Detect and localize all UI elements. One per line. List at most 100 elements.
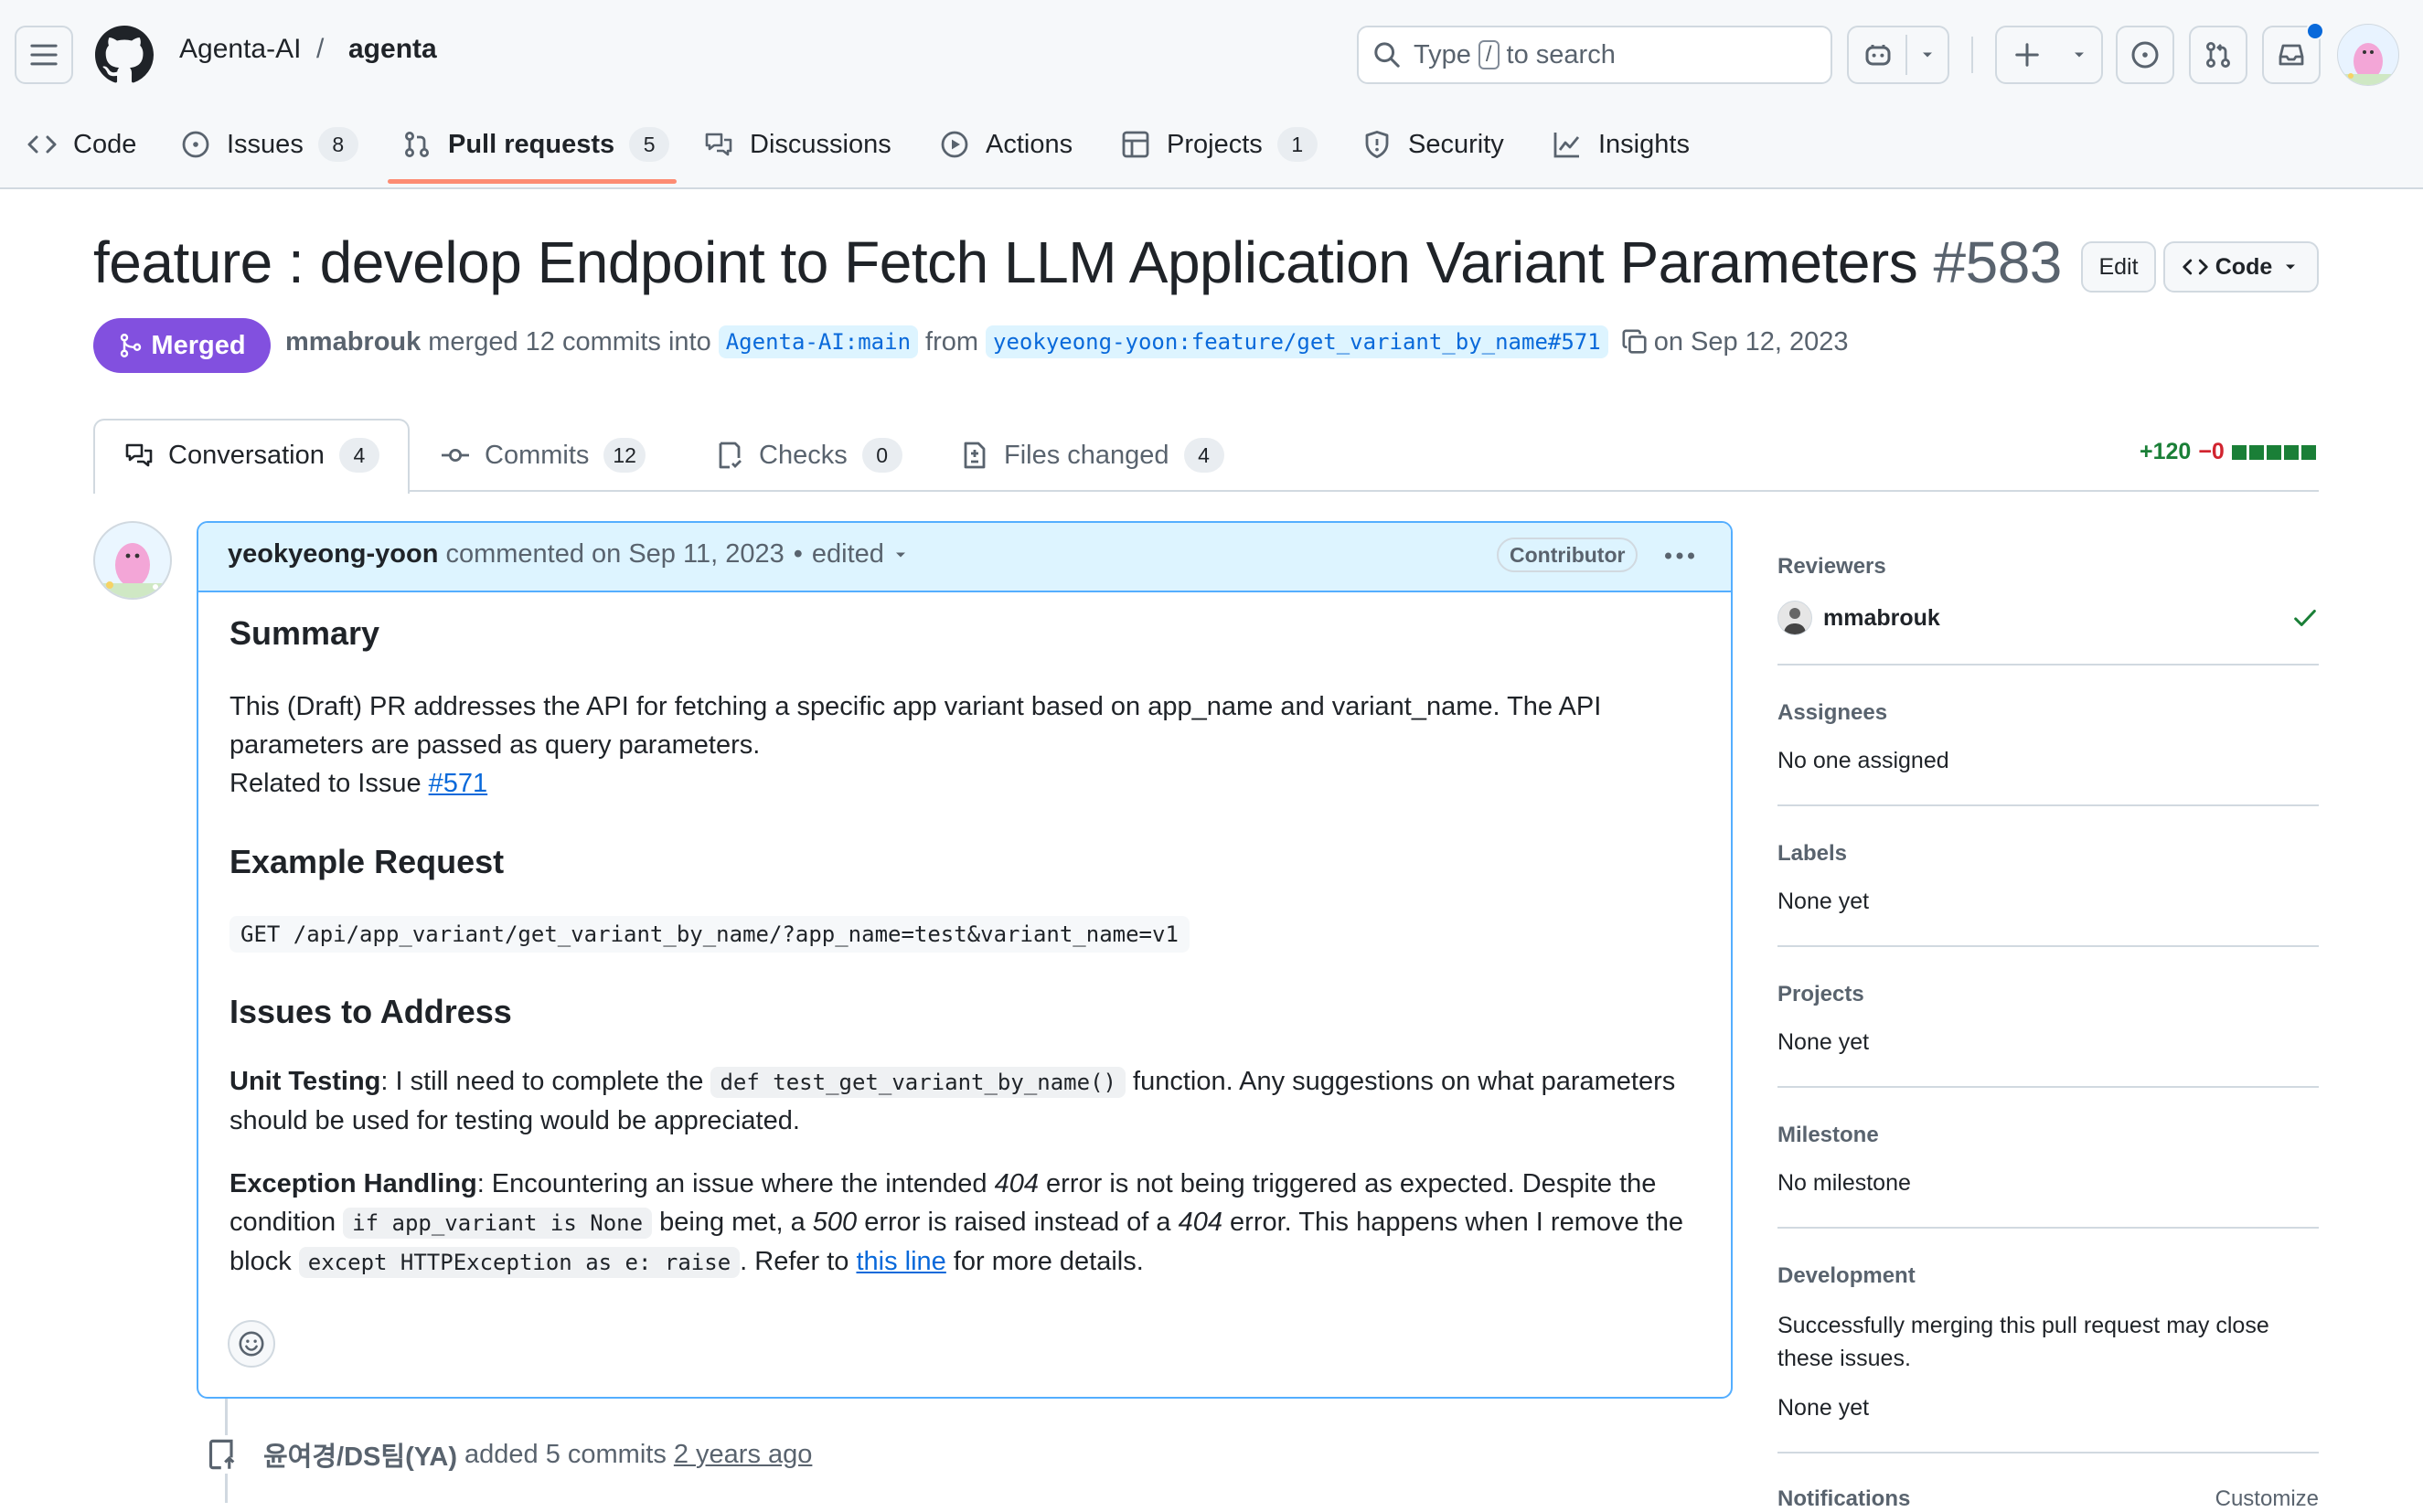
git-commit-icon bbox=[442, 448, 469, 462]
tab-conversation[interactable]: Conversation 4 bbox=[124, 421, 379, 490]
reviewer-row: mmabrouk bbox=[1777, 600, 2319, 636]
play-icon bbox=[941, 131, 968, 158]
state-label: Merged bbox=[151, 330, 246, 360]
chevron-down-icon bbox=[895, 552, 905, 557]
related-prefix: Related to Issue bbox=[229, 769, 422, 798]
tab-files-changed[interactable]: Files changed 4 bbox=[960, 421, 1224, 490]
search-placeholder-rest: to search bbox=[1506, 39, 1616, 69]
diffstat-block bbox=[2248, 444, 2264, 460]
pr-number: #583 bbox=[1933, 229, 2063, 295]
event-time-link[interactable]: 2 years ago bbox=[674, 1440, 813, 1470]
related-issue-line: Related to Issue #571 bbox=[229, 764, 1702, 803]
table-icon bbox=[1122, 131, 1149, 158]
tab-label: Conversation bbox=[168, 440, 325, 470]
search-input[interactable]: Type / to search bbox=[1357, 26, 1832, 84]
tab-discussions[interactable]: Discussions bbox=[704, 108, 891, 181]
head-branch-label[interactable]: yeokyeong-yoon:feature/get_variant_by_na… bbox=[986, 325, 1608, 358]
tab-label: Security bbox=[1408, 129, 1504, 159]
search-shortcut-key: / bbox=[1478, 40, 1500, 69]
smiley-icon bbox=[239, 1331, 264, 1357]
tab-insights[interactable]: Insights bbox=[1553, 108, 1690, 181]
comment-header: yeokyeong-yoon commented on Sep 11, 2023… bbox=[198, 523, 1731, 592]
reviewer-avatar[interactable] bbox=[1777, 601, 1812, 635]
pulls-shortcut-button[interactable] bbox=[2189, 26, 2247, 84]
comment-bullet: • bbox=[793, 539, 803, 569]
check-icon bbox=[2294, 610, 2316, 626]
github-icon bbox=[95, 26, 154, 83]
reviewer-name[interactable]: mmabrouk bbox=[1823, 605, 1940, 632]
tab-checks[interactable]: Checks 0 bbox=[715, 421, 902, 490]
summary-paragraph: This (Draft) PR addresses the API for fe… bbox=[229, 687, 1702, 764]
projects-value: None yet bbox=[1777, 1029, 1870, 1055]
tab-security[interactable]: Security bbox=[1362, 108, 1504, 181]
repo-name-link[interactable]: agenta bbox=[348, 34, 437, 65]
code-dropdown-button[interactable]: Code bbox=[2163, 241, 2319, 293]
comment-author-avatar[interactable] bbox=[93, 521, 172, 600]
pull-request-icon bbox=[405, 132, 429, 157]
tab-label: Code bbox=[73, 129, 137, 159]
comment-author-link[interactable]: yeokyeong-yoon bbox=[228, 539, 438, 570]
diffstat-block bbox=[2266, 444, 2281, 460]
copy-icon[interactable] bbox=[1621, 328, 1649, 356]
add-reaction-button[interactable] bbox=[228, 1320, 275, 1368]
event-action: added 5 commits bbox=[464, 1439, 667, 1469]
sidebar-divider bbox=[1777, 1452, 2319, 1453]
projects-label[interactable]: Projects bbox=[1777, 982, 1864, 1007]
kebab-horizontal-icon[interactable] bbox=[1661, 538, 1698, 574]
example-code: GET /api/app_variant/get_variant_by_name… bbox=[240, 921, 1179, 947]
issue-opened-icon bbox=[182, 131, 209, 158]
development-text: Successfully merging this pull request m… bbox=[1777, 1313, 2269, 1371]
notifications-label: Notifications bbox=[1777, 1486, 1911, 1511]
pr-tabs-border bbox=[93, 490, 2319, 492]
issue-opened-icon bbox=[2131, 41, 2159, 69]
merger-link[interactable]: mmabrouk bbox=[285, 327, 421, 357]
sidebar-divider bbox=[1777, 945, 2319, 947]
diffstat-deletions: −0 bbox=[2198, 439, 2225, 464]
example-code-block: GET /api/app_variant/get_variant_by_name… bbox=[229, 916, 1190, 953]
tab-commits[interactable]: Commits 12 bbox=[441, 421, 646, 490]
customize-link[interactable]: Customize bbox=[2207, 1486, 2319, 1512]
tab-actions[interactable]: Actions bbox=[940, 108, 1073, 181]
event-actor[interactable]: 윤여경/DS팀(YA) bbox=[263, 1435, 457, 1474]
graph-icon bbox=[1553, 133, 1580, 158]
shield-icon bbox=[1365, 131, 1389, 158]
labels-label[interactable]: Labels bbox=[1777, 841, 1847, 867]
github-logo[interactable] bbox=[95, 26, 154, 84]
hamburger-icon bbox=[30, 44, 58, 66]
milestone-label[interactable]: Milestone bbox=[1777, 1123, 1879, 1148]
code-icon bbox=[2183, 259, 2208, 275]
repo-owner-link[interactable]: Agenta-AI bbox=[179, 34, 301, 65]
copilot-icon bbox=[1865, 45, 1891, 66]
issues-shortcut-button[interactable] bbox=[2116, 26, 2174, 84]
base-branch-label[interactable]: Agenta-AI:main bbox=[718, 325, 919, 358]
edit-title-button[interactable]: Edit bbox=[2081, 241, 2156, 293]
issue-link[interactable]: #571 bbox=[429, 769, 488, 798]
exc-text-g: for more details. bbox=[953, 1247, 1144, 1276]
checklist-icon bbox=[719, 442, 742, 469]
header-divider bbox=[1971, 37, 1973, 73]
contributor-badge: Contributor bbox=[1497, 538, 1638, 572]
summary-heading: Summary bbox=[229, 614, 380, 652]
tab-counter: 8 bbox=[317, 127, 358, 162]
tab-issues[interactable]: Issues 8 bbox=[181, 108, 358, 181]
inbox-button[interactable] bbox=[2262, 22, 2324, 84]
edited-dropdown[interactable]: edited bbox=[812, 539, 884, 570]
timeline-event: 윤여경/DS팀(YA) added 5 commits 2 years ago bbox=[207, 1435, 813, 1474]
user-avatar[interactable] bbox=[2337, 24, 2399, 86]
tab-projects[interactable]: Projects 1 bbox=[1121, 108, 1318, 181]
exc-text-a: : Encountering an issue where the intend… bbox=[476, 1169, 987, 1198]
development-label[interactable]: Development bbox=[1777, 1263, 1916, 1289]
copilot-button[interactable] bbox=[1847, 26, 1949, 84]
tab-label: Checks bbox=[759, 440, 848, 470]
development-value: None yet bbox=[1777, 1395, 1870, 1421]
assignees-label[interactable]: Assignees bbox=[1777, 700, 1887, 726]
create-new-button[interactable] bbox=[1995, 26, 2103, 84]
tab-pull-requests[interactable]: Pull requests 5 bbox=[402, 108, 670, 181]
this-line-link[interactable]: this line bbox=[856, 1247, 945, 1276]
reviewers-label[interactable]: Reviewers bbox=[1777, 554, 1886, 580]
tab-code[interactable]: Code bbox=[27, 108, 136, 181]
active-tab-underline bbox=[388, 179, 677, 184]
page-title: feature : develop Endpoint to Fetch LLM … bbox=[93, 229, 2062, 296]
tab-counter: 12 bbox=[603, 438, 646, 473]
menu-button[interactable] bbox=[15, 26, 73, 84]
